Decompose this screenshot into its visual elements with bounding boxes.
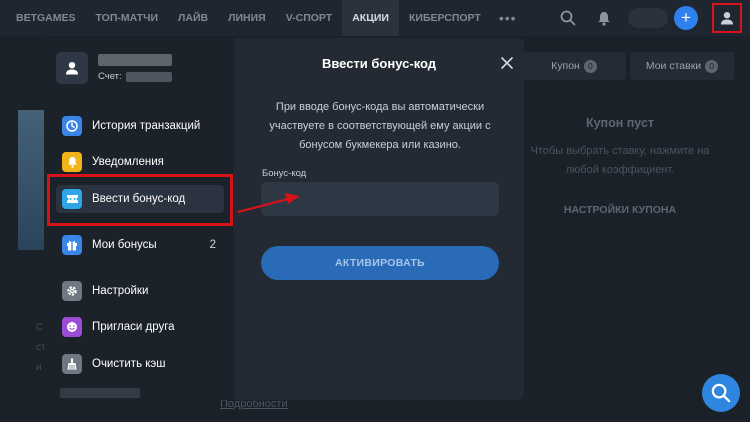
search-icon[interactable] bbox=[550, 0, 586, 36]
sidebar-item-label: Мои бонусы bbox=[92, 239, 157, 251]
nav-tab-esports[interactable]: КИБЕРСПОРТ bbox=[399, 0, 491, 36]
profile-name-redacted bbox=[98, 54, 172, 66]
top-navigation: BETGAMES ТОП-МАТЧИ ЛАЙВ ЛИНИЯ V-СПОРТ АК… bbox=[0, 0, 750, 36]
nav-tab-betgames[interactable]: BETGAMES bbox=[6, 0, 86, 36]
sidebar-item-notifications[interactable]: Уведомления bbox=[56, 148, 224, 176]
nav-more-button[interactable]: ••• bbox=[491, 10, 525, 26]
sidebar-item-clear-cache[interactable]: Очистить кэш bbox=[56, 350, 224, 378]
smile-icon bbox=[62, 317, 82, 337]
coupon-empty-title: Купон пуст bbox=[585, 116, 655, 130]
sidebar-item-my-bonuses[interactable]: Мои бонусы 2 bbox=[56, 231, 224, 259]
bell-icon[interactable] bbox=[586, 0, 622, 36]
nav-tab-v-sport[interactable]: V-СПОРТ bbox=[276, 0, 343, 36]
sidebar-item-invite-friend[interactable]: Пригласи друга bbox=[56, 313, 224, 341]
nav-tab-top-matches[interactable]: ТОП-МАТЧИ bbox=[86, 0, 169, 36]
coupon-empty-description: Чтобы выбрать ставку, нажмите на любой к… bbox=[530, 145, 710, 176]
background-banner-image bbox=[18, 110, 44, 250]
coupon-count-badge: 0 bbox=[583, 59, 597, 73]
coupon-settings-link[interactable]: НАСТРОЙКИ КУПОНА bbox=[522, 204, 718, 216]
clock-icon bbox=[62, 116, 82, 136]
profile-info: Счет: bbox=[98, 54, 172, 82]
avatar bbox=[56, 52, 88, 84]
bonus-code-label: Бонус-код bbox=[262, 168, 307, 179]
gift-icon bbox=[62, 235, 82, 255]
user-icon[interactable] bbox=[712, 3, 742, 33]
nav-tab-promotions[interactable]: АКЦИИ bbox=[342, 0, 399, 36]
nav-actions: + bbox=[550, 0, 750, 36]
floating-search-button[interactable] bbox=[702, 374, 740, 412]
tab-coupon-label: Купон bbox=[551, 60, 580, 72]
close-icon[interactable] bbox=[498, 54, 516, 72]
sidebar-item-transaction-history[interactable]: История транзакций bbox=[56, 112, 224, 140]
plus-icon[interactable]: + bbox=[674, 6, 698, 30]
sidebar-item-settings[interactable]: Настройки bbox=[56, 277, 224, 305]
bell-icon bbox=[62, 152, 82, 172]
tab-coupon[interactable]: Купон 0 bbox=[522, 52, 626, 80]
bets-count-badge: 0 bbox=[705, 59, 719, 73]
sidebar-item-label: Настройки bbox=[92, 285, 149, 297]
sidebar-footer-redacted bbox=[60, 388, 140, 398]
balance-pill[interactable] bbox=[628, 8, 668, 28]
background-text-fragment: и bbox=[36, 362, 42, 373]
sidebar-item-label: Очистить кэш bbox=[92, 358, 166, 370]
page-title: Ввести бонус-код bbox=[321, 56, 437, 71]
highlight-annotation-box bbox=[47, 174, 233, 226]
sidebar-item-label: Уведомления bbox=[92, 156, 164, 168]
bonus-code-description: При вводе бонус-кода вы автоматически уч… bbox=[269, 101, 491, 151]
background-text-fragment: С bbox=[36, 322, 44, 333]
broom-icon bbox=[62, 354, 82, 374]
nav-tabs: BETGAMES ТОП-МАТЧИ ЛАЙВ ЛИНИЯ V-СПОРТ АК… bbox=[0, 0, 525, 36]
sidebar-item-label: Пригласи друга bbox=[92, 321, 175, 333]
coupon-tabs: Купон 0 Мои ставки 0 bbox=[522, 52, 738, 80]
bonus-count: 2 bbox=[209, 239, 216, 251]
bonus-code-input[interactable] bbox=[261, 182, 499, 216]
profile-header: Счет: bbox=[56, 52, 172, 84]
account-row: Счет: bbox=[98, 71, 172, 82]
sidebar-item-label: История транзакций bbox=[92, 120, 201, 132]
account-label: Счет: bbox=[98, 71, 122, 82]
tab-my-bets-label: Мои ставки bbox=[645, 60, 702, 72]
user-icon bbox=[66, 62, 78, 75]
activate-button[interactable]: АКТИВИРОВАТЬ bbox=[261, 246, 499, 280]
account-number-redacted bbox=[125, 71, 172, 82]
search-icon bbox=[711, 383, 731, 403]
nav-tab-live[interactable]: ЛАЙВ bbox=[168, 0, 218, 36]
gear-icon bbox=[62, 281, 82, 301]
nav-tab-line[interactable]: ЛИНИЯ bbox=[218, 0, 276, 36]
tab-my-bets[interactable]: Мои ставки 0 bbox=[630, 52, 734, 80]
